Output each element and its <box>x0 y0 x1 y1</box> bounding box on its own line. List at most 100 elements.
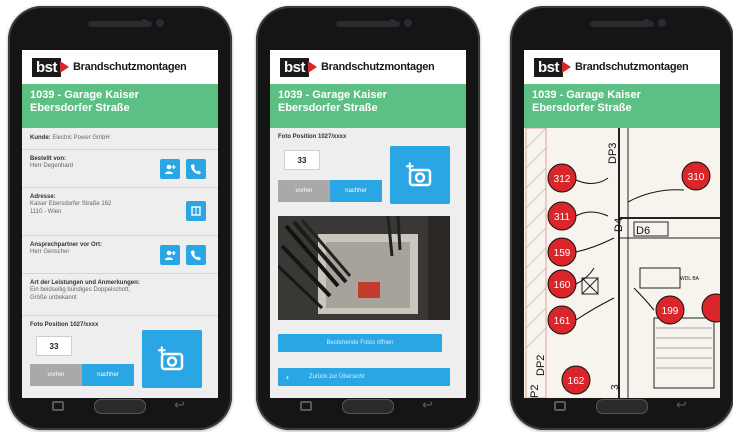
android-navbar: ↩ <box>256 394 480 420</box>
front-camera <box>140 19 148 27</box>
site-photo <box>278 216 450 320</box>
back-nav-icon[interactable]: ↩ <box>422 398 433 413</box>
plan-label-dp3: DP3 <box>607 143 619 164</box>
marker-199[interactable]: 199 <box>655 295 685 325</box>
back-arrow-icon: ‹ <box>286 372 289 382</box>
plan-label-dp2: DP2 <box>535 355 547 376</box>
marker-161[interactable]: 161 <box>547 305 577 335</box>
back-to-overview-label: Zurück zur Übersicht <box>309 374 365 380</box>
photo-position-label: Foto Position 1027/xxxx <box>30 322 99 328</box>
add-contact-button[interactable] <box>160 159 180 179</box>
task-switch-button[interactable] <box>300 401 312 411</box>
customer-section: Kunde: Electric Power GmbH <box>22 128 218 150</box>
back-to-overview-button[interactable]: ‹ Zurück zur Übersicht <box>278 368 450 386</box>
sensor <box>658 19 666 27</box>
task-switch-button[interactable] <box>52 401 64 411</box>
logo-arrow-icon <box>562 61 571 73</box>
project-title-line1: 1039 - Garage Kaiser <box>30 89 139 101</box>
address-line1: Kaiser Ebersdorfer Straße 162 <box>30 201 112 207</box>
back-nav-icon[interactable]: ↩ <box>174 398 185 413</box>
add-contact-button-2[interactable] <box>160 245 180 265</box>
take-photo-button[interactable] <box>390 146 450 204</box>
phone-icon <box>190 250 201 261</box>
marker-312[interactable]: 312 <box>547 163 577 193</box>
call-button[interactable] <box>186 159 206 179</box>
sensor <box>156 19 164 27</box>
phone-3: bst Brandschutzmontagen 1039 - Garage Ka… <box>510 6 733 430</box>
site-photo-image <box>278 216 450 320</box>
before-button[interactable]: vorher <box>30 364 82 386</box>
project-title-line1: 1039 - Garage Kaiser <box>278 89 387 101</box>
after-button[interactable]: nachher <box>82 364 134 386</box>
brand-header: bst Brandschutzmontagen <box>270 50 466 84</box>
project-title: 1039 - Garage Kaiser Ebersdorfer Straße <box>524 84 720 128</box>
camera-add-icon <box>406 162 432 187</box>
plan-label-wdl: WDL BA <box>680 276 700 282</box>
call-button-2[interactable] <box>186 245 206 265</box>
logo-arrow-icon <box>308 61 317 73</box>
photo-position-label: Foto Position 1027/xxxx <box>278 134 347 140</box>
before-button[interactable]: vorher <box>278 180 330 202</box>
plan-label-3: 3 <box>610 384 621 390</box>
marker-162[interactable]: 162 <box>561 365 591 395</box>
phone-2: bst Brandschutzmontagen 1039 - Garage Ka… <box>256 6 480 430</box>
phone-1: bst Brandschutzmontagen 1039 - Garage Ka… <box>8 6 232 430</box>
brand-name: Brandschutzmontagen <box>575 61 689 73</box>
project-title-line2: Ebersdorfer Straße <box>278 102 378 114</box>
map-icon <box>191 206 201 216</box>
photo-position-panel: Foto Position 1027/xxxx 33 vorher nachhe… <box>22 316 218 396</box>
marker-label: 310 <box>688 172 705 183</box>
ordered-by-value: Herr Degenhard <box>30 163 74 169</box>
services-section: Art der Leistungen und Anmerkungen: Ein … <box>22 274 218 316</box>
before-after-toggle: vorher nachher <box>30 364 134 386</box>
logo: bst <box>32 57 61 77</box>
marker-label: 312 <box>554 174 571 185</box>
open-existing-photos-button[interactable]: Bestehende Fotos öffnen <box>278 334 442 352</box>
home-button[interactable] <box>342 399 394 414</box>
plan-label-d4: D4 <box>613 218 625 232</box>
address-line2: 1110 - Wien <box>30 209 62 215</box>
logo: bst <box>534 57 563 77</box>
marker-label: 199 <box>662 306 679 317</box>
camera-add-icon <box>158 346 184 371</box>
sensor <box>404 19 412 27</box>
marker-311[interactable]: 311 <box>547 201 577 231</box>
floor-plan[interactable]: DP3 D4 D6 DP2 P2 3 WDL BA 312 310 311 15… <box>524 128 720 398</box>
before-after-toggle: vorher nachher <box>278 180 382 202</box>
front-camera <box>388 19 396 27</box>
project-title-line2: Ebersdorfer Straße <box>532 102 632 114</box>
marker-310[interactable]: 310 <box>681 161 711 191</box>
photo-screen-body: Foto Position 1027/xxxx 33 vorher nachhe… <box>270 128 466 398</box>
services-line2: Größe unbekannt <box>30 295 77 301</box>
marker-label: 161 <box>554 316 571 327</box>
back-nav-icon[interactable]: ↩ <box>676 398 687 413</box>
brand-header: bst Brandschutzmontagen <box>524 50 720 84</box>
address-section: Adresse: Kaiser Ebersdorfer Straße 162 1… <box>22 188 218 236</box>
task-switch-button[interactable] <box>554 401 566 411</box>
marker-160[interactable]: 160 <box>547 269 577 299</box>
add-contact-icon <box>165 250 176 260</box>
project-title-line2: Ebersdorfer Straße <box>30 102 130 114</box>
floor-plan-drawing: DP3 D4 D6 DP2 P2 3 WDL BA 312 310 311 15… <box>524 128 720 398</box>
plan-label-d6: D6 <box>636 225 650 237</box>
add-contact-icon <box>165 164 176 174</box>
brand-name: Brandschutzmontagen <box>321 61 435 73</box>
screen: bst Brandschutzmontagen 1039 - Garage Ka… <box>22 50 218 398</box>
front-camera <box>642 19 650 27</box>
home-button[interactable] <box>94 399 146 414</box>
brand-header: bst Brandschutzmontagen <box>22 50 218 84</box>
map-button[interactable] <box>186 201 206 221</box>
screen: bst Brandschutzmontagen 1039 - Garage Ka… <box>270 50 466 398</box>
take-photo-button[interactable] <box>142 330 202 388</box>
home-button[interactable] <box>596 399 648 414</box>
project-title: 1039 - Garage Kaiser Ebersdorfer Straße <box>270 84 466 128</box>
position-number-input[interactable]: 33 <box>284 150 320 170</box>
position-number-input[interactable]: 33 <box>36 336 72 356</box>
contact-on-site-value: Herr Genscher <box>30 249 70 255</box>
after-button[interactable]: nachher <box>330 180 382 202</box>
marker-159[interactable]: 159 <box>547 237 577 267</box>
screen: bst Brandschutzmontagen 1039 - Garage Ka… <box>524 50 720 398</box>
ordered-by-section: Bestellt von: Herr Degenhard <box>22 150 218 188</box>
marker-label: 162 <box>568 376 585 387</box>
project-title: 1039 - Garage Kaiser Ebersdorfer Straße <box>22 84 218 128</box>
